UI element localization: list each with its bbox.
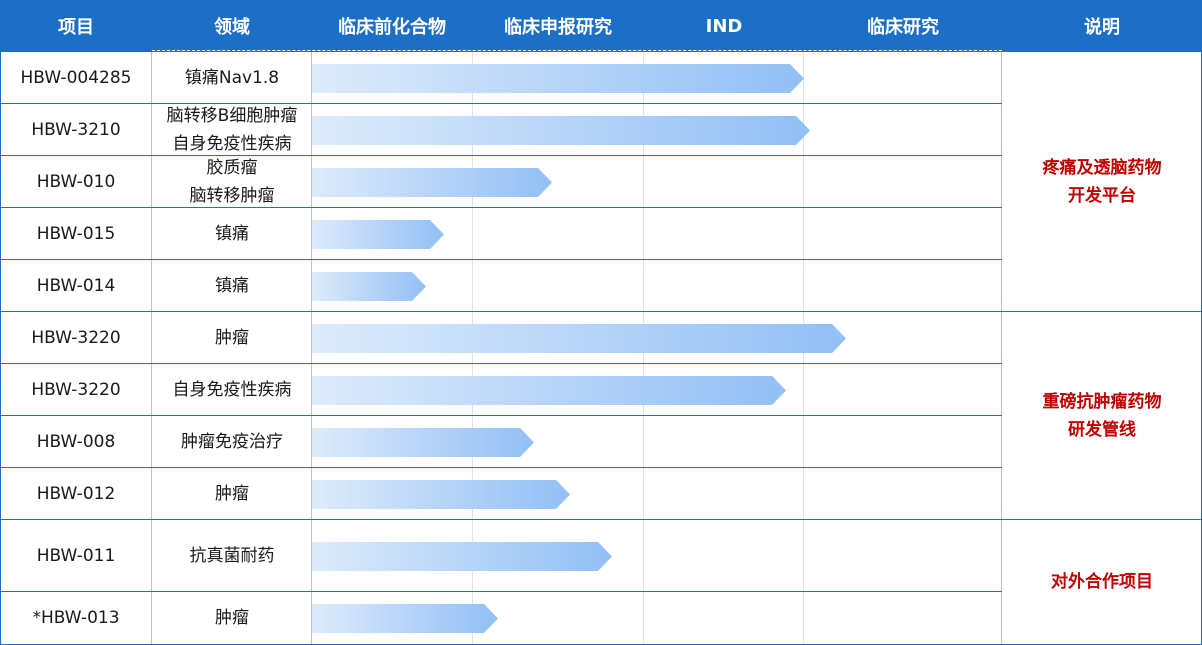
- therapeutic-area-line: 肿瘤: [215, 328, 249, 348]
- therapeutic-area: 胶质瘤 脑转移肿瘤: [152, 156, 312, 208]
- project-code: HBW-004285: [20, 68, 132, 88]
- therapeutic-area-line: 抗真菌耐药: [189, 546, 275, 566]
- header-project: 项目: [58, 17, 94, 38]
- therapeutic-area-line: 自身免疫性疾病: [172, 380, 292, 400]
- project-code: HBW-014: [36, 276, 116, 296]
- project-code: HBW-3220: [31, 328, 121, 348]
- project-code: HBW-008: [36, 432, 116, 452]
- project-code: HBW-012: [36, 484, 116, 504]
- header-stage-filing: 临床申报研究: [504, 17, 612, 38]
- group-note-line: 疼痛及透脑药物: [1042, 158, 1162, 178]
- therapeutic-area: 肿瘤免疫治疗: [152, 416, 312, 468]
- progress-bar: [312, 324, 846, 353]
- therapeutic-area: 肿瘤: [152, 468, 312, 520]
- therapeutic-area-line: 脑转移B细胞肿瘤: [166, 106, 298, 126]
- therapeutic-area: 镇痛: [152, 260, 312, 312]
- therapeutic-area-line: 胶质瘤: [206, 158, 258, 178]
- progress-bar: [312, 64, 804, 93]
- group-note: 疼痛及透脑药物 开发平台: [1002, 52, 1202, 312]
- therapeutic-area: 抗真菌耐药: [152, 520, 312, 592]
- project-code: HBW-010: [36, 172, 116, 192]
- progress-bar: [312, 480, 570, 509]
- project-code: HBW-3210: [31, 120, 121, 140]
- progress-bar: [312, 604, 498, 633]
- group-note: 对外合作项目: [1002, 520, 1202, 644]
- progress-bar: [312, 220, 444, 249]
- table-header: 项目 领域 临床前化合物 临床申报研究 IND 临床研究 说明: [0, 0, 1202, 52]
- therapeutic-area-line: 镇痛: [215, 276, 249, 296]
- project-code: *HBW-013: [32, 608, 120, 628]
- group-note-line: 重磅抗肿瘤药物: [1042, 392, 1162, 412]
- progress-bar: [312, 168, 552, 197]
- therapeutic-area: 脑转移B细胞肿瘤 自身免疫性疾病: [152, 104, 312, 156]
- progress-bar: [312, 428, 534, 457]
- therapeutic-area-line: 肿瘤: [215, 484, 249, 504]
- progress-bar: [312, 116, 810, 145]
- group-note: 重磅抗肿瘤药物 研发管线: [1002, 312, 1202, 520]
- header-area: 领域: [214, 17, 250, 38]
- therapeutic-area: 肿瘤: [152, 312, 312, 364]
- therapeutic-area-line: 镇痛: [215, 224, 249, 244]
- therapeutic-area-line: 脑转移肿瘤: [189, 186, 275, 206]
- header-stage-clinical: 临床研究: [867, 17, 939, 38]
- header-notes: 说明: [1084, 17, 1120, 38]
- group-note-line: 研发管线: [1068, 420, 1136, 440]
- therapeutic-area: 肿瘤: [152, 592, 312, 644]
- header-stage-preclinical: 临床前化合物: [338, 17, 446, 38]
- header-stage-ind: IND: [705, 15, 743, 37]
- pipeline-table: 项目 领域 临床前化合物 临床申报研究 IND 临床研究 说明 HBW-0042…: [0, 0, 1202, 645]
- project-code: HBW-011: [36, 546, 116, 566]
- therapeutic-area-line: 镇痛Nav1.8: [184, 68, 280, 88]
- progress-bar: [312, 376, 786, 405]
- project-code: HBW-015: [36, 224, 116, 244]
- group-note-line: 开发平台: [1068, 186, 1136, 206]
- therapeutic-area-line: 肿瘤: [215, 608, 249, 628]
- progress-bar: [312, 272, 426, 301]
- header-divider: [152, 50, 1002, 51]
- therapeutic-area-line: 肿瘤免疫治疗: [181, 432, 283, 452]
- therapeutic-area: 镇痛: [152, 208, 312, 260]
- therapeutic-area: 镇痛Nav1.8: [152, 52, 312, 104]
- project-code: HBW-3220: [31, 380, 121, 400]
- progress-bar: [312, 542, 612, 571]
- therapeutic-area: 自身免疫性疾病: [152, 364, 312, 416]
- group-note-line: 对外合作项目: [1051, 572, 1153, 592]
